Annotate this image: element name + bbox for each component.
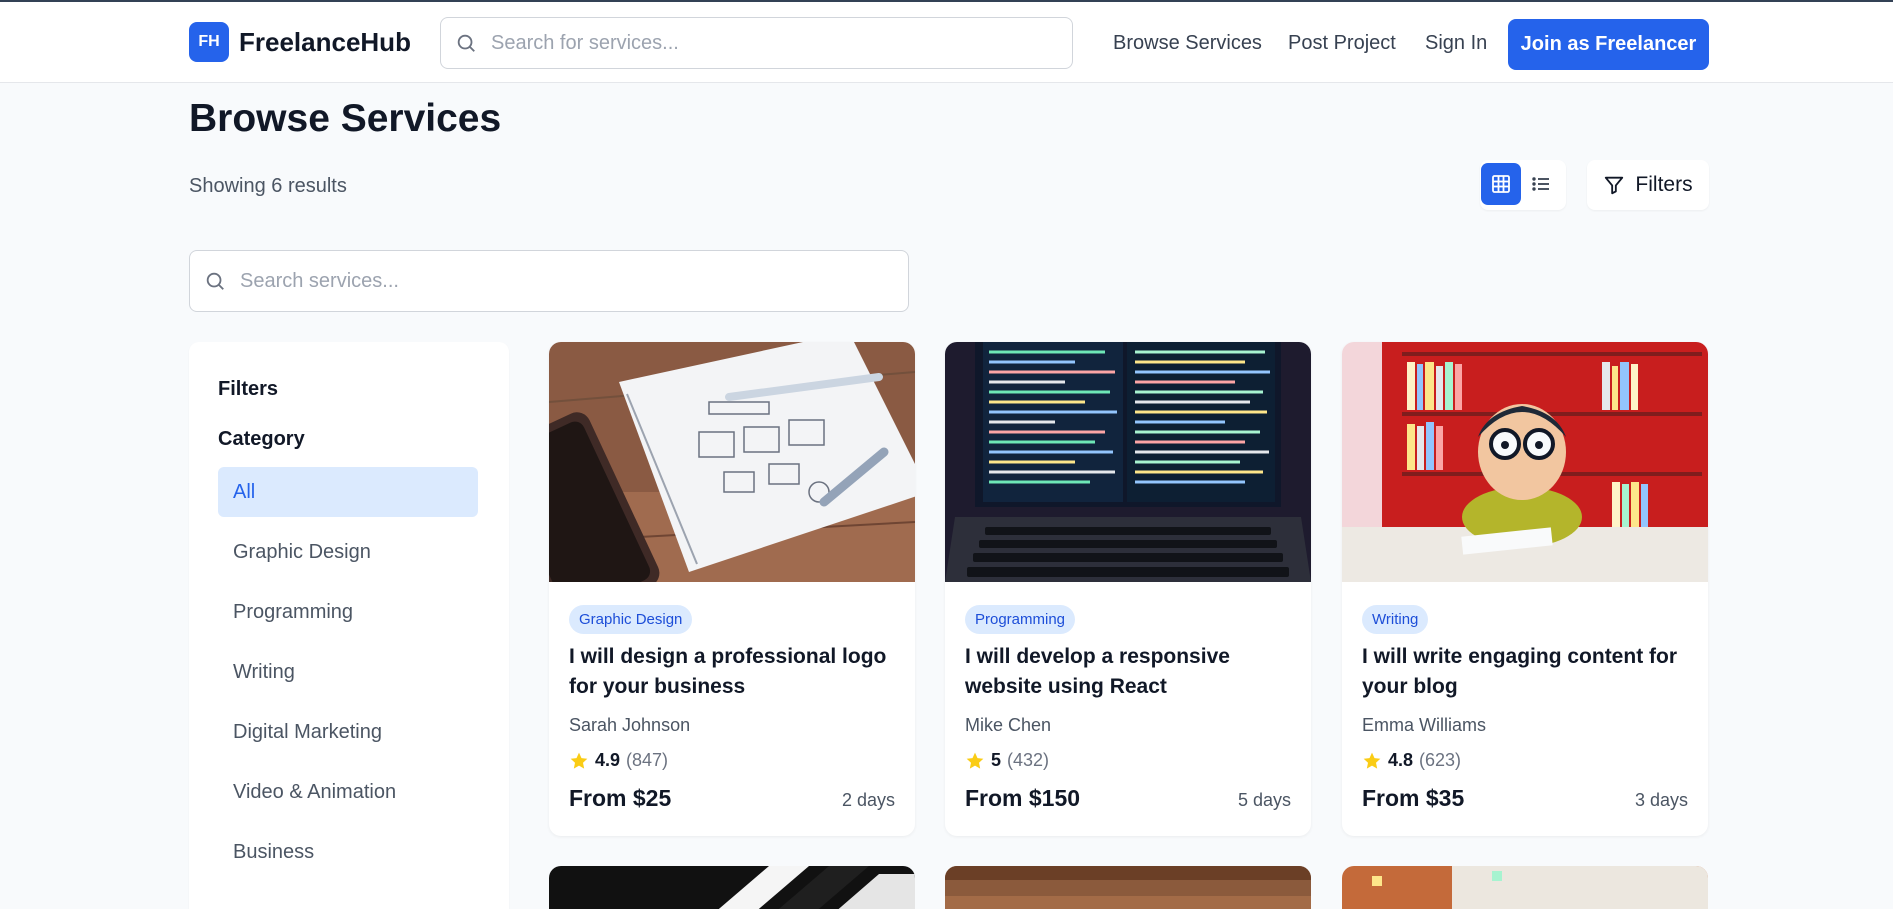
service-card[interactable]: Programming I will develop a responsive … [945,342,1311,836]
rating: 4.8 (623) [1362,750,1461,771]
services-search-input[interactable] [240,269,880,293]
review-count: (847) [626,750,669,770]
service-price: From $35 [1362,785,1465,811]
filters-button[interactable]: Filters [1587,160,1709,210]
rating-score: 5 [991,750,1002,770]
join-as-freelancer-button[interactable]: Join as Freelancer [1508,19,1709,70]
category-item-writing[interactable]: Writing [218,647,478,697]
sidebar-title: Filters [218,378,279,400]
service-card[interactable]: Graphic Design I will design a professio… [549,342,915,836]
search-icon [457,34,475,52]
seller-name[interactable]: Mike Chen [965,715,1051,736]
filters-button-label: Filters [1635,173,1693,196]
delivery-time: 2 days [841,790,895,810]
services-search-box[interactable] [189,250,909,312]
seller-name[interactable]: Emma Williams [1362,715,1486,736]
filter-icon [1605,176,1624,195]
category-item-graphic-design[interactable]: Graphic Design [218,527,478,577]
logo-text: FreelanceHub [239,26,411,57]
list-view-button[interactable] [1521,163,1561,205]
service-image-logo-sketch[interactable] [549,342,915,582]
nav-browse-services[interactable]: Browse Services [1113,32,1262,55]
category-heading: Category [218,428,305,450]
service-title[interactable]: I will design a professional logo for yo… [569,642,899,702]
service-price: From $150 [965,785,1081,811]
logo[interactable]: FH FreelanceHub [189,22,411,62]
category-item-digital-marketing[interactable]: Digital Marketing [218,707,478,757]
category-badge: Graphic Design [569,605,693,634]
nav-post-project[interactable]: Post Project [1288,32,1396,55]
delivery-time: 3 days [1634,790,1688,810]
header-search-input[interactable] [491,31,1051,55]
star-icon [1363,752,1381,769]
service-image-laptop-code[interactable] [945,342,1311,582]
review-count: (623) [1419,750,1462,770]
category-item-all[interactable]: All [218,467,478,517]
rating: 4.9 (847) [569,750,668,771]
category-badge: Programming [965,605,1076,634]
seller-name[interactable]: Sarah Johnson [569,715,690,736]
service-price: From $25 [569,785,672,811]
list-icon [1532,177,1549,191]
category-item-programming[interactable]: Programming [218,587,478,637]
delivery-time: 5 days [1237,790,1291,810]
search-icon [206,272,224,290]
header-search-box[interactable] [440,17,1073,69]
nav-sign-in[interactable]: Sign In [1425,32,1487,55]
rating-score: 4.9 [595,750,621,770]
top-navbar: FH FreelanceHub Browse Services Post Pro… [0,0,1893,83]
star-icon [966,752,984,769]
service-card[interactable]: Writing I will write engaging content fo… [1342,342,1708,836]
rating: 5 (432) [965,750,1049,771]
rating-score: 4.8 [1388,750,1414,770]
service-title[interactable]: I will develop a responsive website usin… [965,642,1295,702]
service-card-image-partial[interactable] [549,866,915,909]
grid-view-button[interactable] [1481,163,1521,205]
service-card-image-partial[interactable] [945,866,1311,909]
grid-icon [1492,175,1510,193]
page-title: Browse Services [189,97,502,140]
star-icon [570,752,588,769]
logo-mark: FH [189,22,229,62]
service-image-child-reading[interactable] [1342,342,1708,582]
review-count: (432) [1007,750,1050,770]
filter-sidebar: Filters Category All Graphic Design Prog… [189,342,509,909]
service-card-image-partial[interactable] [1342,866,1708,909]
category-item-video-animation[interactable]: Video & Animation [218,767,478,817]
category-badge: Writing [1362,605,1429,634]
service-title[interactable]: I will write engaging content for your b… [1362,642,1692,702]
category-item-business[interactable]: Business [218,827,478,877]
results-count: Showing 6 results [189,175,347,197]
